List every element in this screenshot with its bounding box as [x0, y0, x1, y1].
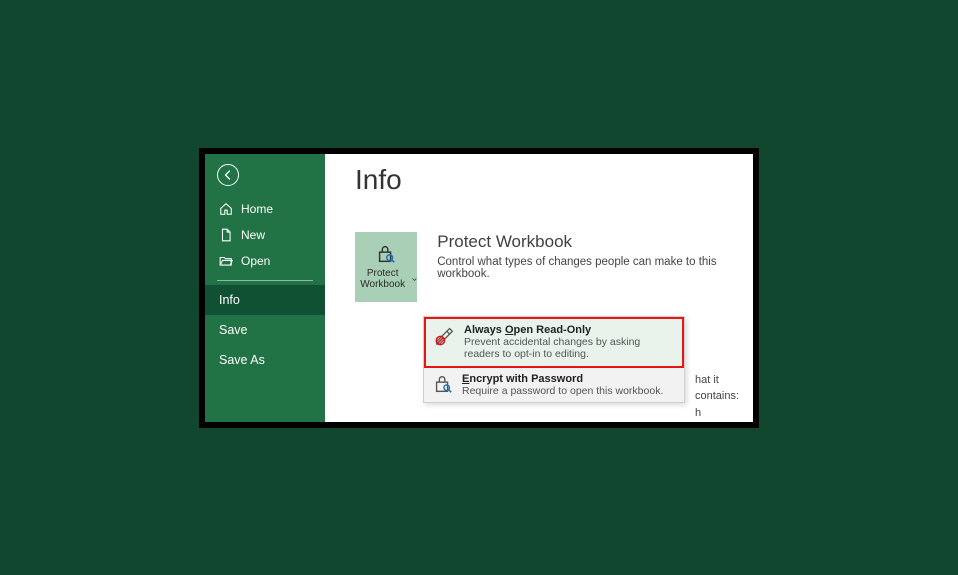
sidebar-item-home[interactable]: Home	[205, 196, 325, 222]
protect-workbook-button[interactable]: Protect Workbook	[355, 232, 417, 302]
home-icon	[219, 202, 233, 216]
sidebar-label-save: Save	[219, 323, 248, 337]
sidebar-divider	[217, 280, 313, 281]
section-title: Protect Workbook	[437, 232, 735, 252]
sidebar-item-saveas[interactable]: Save As	[205, 345, 325, 375]
sidebar-label-saveas: Save As	[219, 353, 265, 367]
sidebar-label-info: Info	[219, 293, 240, 307]
menu-item-title: Encrypt with Password	[462, 373, 663, 385]
sidebar-label-home: Home	[241, 202, 273, 216]
menu-item-encrypt-with-password[interactable]: Encrypt with Password Require a password…	[424, 368, 684, 403]
backstage-sidebar: Home New Open Info Save Save As	[205, 154, 325, 422]
folder-open-icon	[219, 254, 233, 268]
sidebar-label-new: New	[241, 228, 265, 242]
arrow-left-icon	[222, 169, 234, 181]
menu-item-desc: Prevent accidental changes by asking rea…	[464, 336, 674, 361]
protect-section: Protect Workbook Protect Workbook Contro…	[355, 232, 735, 302]
protect-section-text: Protect Workbook Control what types of c…	[437, 232, 735, 280]
chevron-down-icon	[412, 276, 417, 283]
lock-search-icon	[374, 243, 398, 265]
sidebar-item-save[interactable]: Save	[205, 315, 325, 345]
menu-item-desc: Require a password to open this workbook…	[462, 385, 663, 398]
partially-hidden-text: hat it contains: h	[695, 372, 753, 422]
lock-search-icon	[432, 373, 454, 395]
section-description: Control what types of changes people can…	[437, 256, 735, 280]
protect-workbook-dropdown: Always Open Read-Only Prevent accidental…	[423, 316, 685, 404]
menu-item-always-open-readonly[interactable]: Always Open Read-Only Prevent accidental…	[424, 317, 684, 368]
sidebar-label-open: Open	[241, 254, 270, 268]
menu-item-title: Always Open Read-Only	[464, 324, 674, 336]
new-file-icon	[219, 228, 233, 242]
backstage-main: Info Protect Workbook Protect Workbook C…	[325, 154, 753, 422]
sidebar-item-info[interactable]: Info	[205, 285, 325, 315]
back-button[interactable]	[217, 164, 239, 186]
sidebar-item-open[interactable]: Open	[205, 248, 325, 274]
sidebar-item-new[interactable]: New	[205, 222, 325, 248]
pencil-prohibit-icon	[434, 324, 456, 346]
protect-button-label: Protect Workbook	[355, 268, 410, 291]
excel-backstage-window: Home New Open Info Save Save As	[199, 148, 759, 428]
page-title: Info	[355, 164, 735, 196]
